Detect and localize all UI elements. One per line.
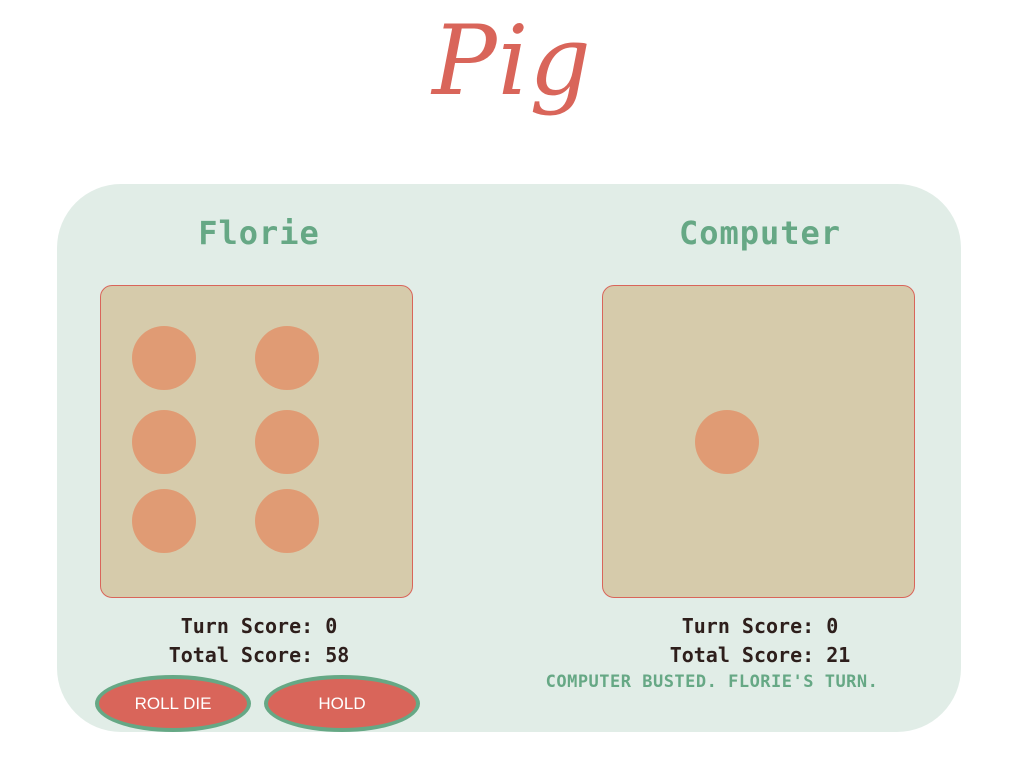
total-score-florie: Total Score: 58 [168,643,350,667]
die-florie [100,285,413,598]
die-computer [602,285,915,598]
die-pip [132,410,196,474]
die-pip [255,326,319,390]
hold-button[interactable]: HOLD [264,675,420,732]
die-pip [132,326,196,390]
player-name-computer: Computer [678,214,842,252]
game-title: Pig [432,5,592,117]
game-board: Florie Turn Score: 0 Total Score: 58 Com… [57,184,961,732]
turn-score-florie: Turn Score: 0 [180,614,338,638]
die-pip [695,410,759,474]
die-pip [132,489,196,553]
die-pip [255,489,319,553]
roll-die-button[interactable]: ROLL DIE [95,675,251,732]
player-name-florie: Florie [198,214,320,252]
status-message: COMPUTER BUSTED. FLORIE'S TURN. [545,672,879,692]
pig-game-page: Pig Florie Turn Score: 0 Total Score: 58… [0,0,1024,768]
turn-score-computer: Turn Score: 0 [681,614,839,638]
die-pip [255,410,319,474]
total-score-computer: Total Score: 21 [669,643,851,667]
